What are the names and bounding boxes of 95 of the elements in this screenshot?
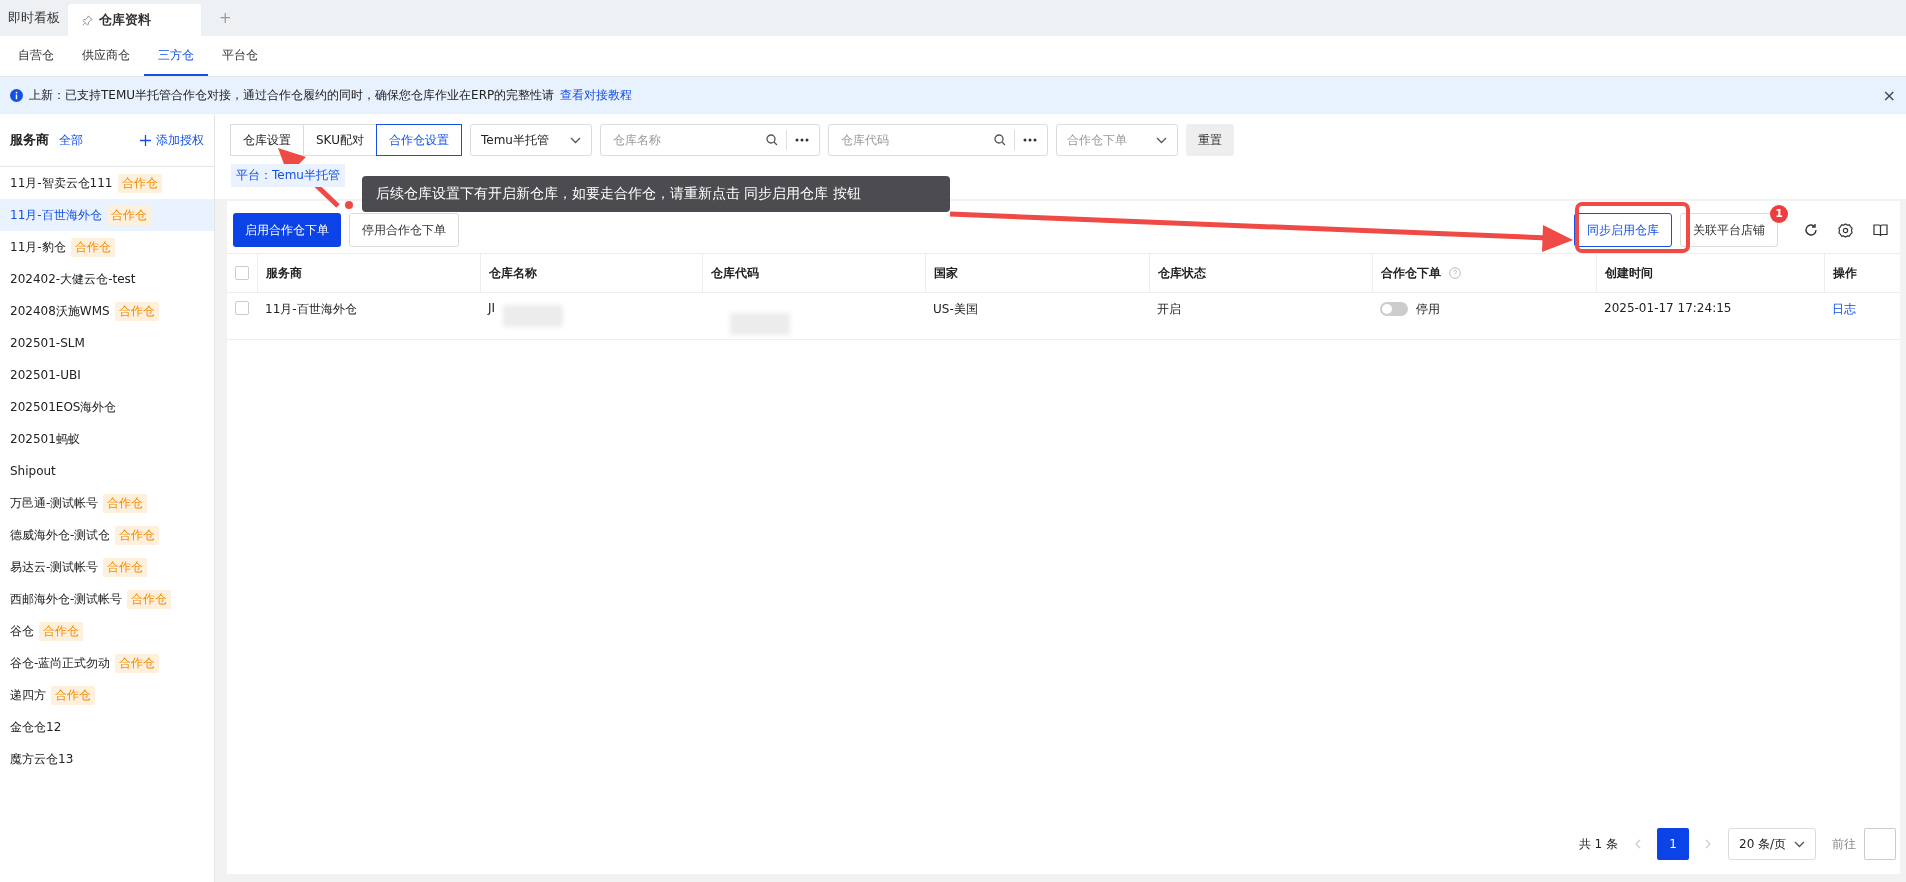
info-icon [10, 89, 23, 102]
search-icon [765, 134, 778, 146]
table-cell: US-美国 [933, 301, 978, 318]
provider-item[interactable]: 易达云-测试帐号 合作仓 [0, 551, 214, 583]
column-header: 国家 [934, 264, 958, 282]
add-authorization-button[interactable]: 添加授权 [140, 131, 204, 149]
coop-tag: 合作仓 [51, 685, 95, 705]
next-page-icon[interactable] [1705, 839, 1712, 849]
provider-item[interactable]: 202501-UBI [0, 359, 214, 391]
category-tab[interactable]: 平台仓 [208, 36, 272, 76]
provider-item[interactable]: 魔方云仓13 [0, 743, 214, 775]
plus-icon [140, 134, 151, 146]
provider-item[interactable]: 202501蚂蚁 [0, 423, 214, 455]
more-icon[interactable] [794, 138, 809, 142]
notification-badge: 1 [1770, 205, 1788, 223]
coop-tag: 合作仓 [115, 653, 160, 673]
close-icon[interactable]: × [1882, 86, 1896, 105]
table-cell: 停用 [1416, 301, 1440, 318]
coop-tag: 合作仓 [117, 173, 162, 193]
refresh-icon[interactable] [1804, 223, 1818, 237]
goto-label: 前往 [1832, 835, 1856, 853]
page-button[interactable]: 1 [1657, 828, 1689, 860]
enable-order-button[interactable]: 启用合作仓下单 [233, 213, 341, 247]
page-tab[interactable]: 即时看板 [0, 0, 68, 36]
platform-select[interactable]: Temu半托管 [469, 124, 592, 156]
row-checkbox[interactable] [235, 301, 249, 315]
provider-item[interactable]: 金仓仓12 [0, 711, 214, 743]
pin-icon [82, 14, 93, 26]
column-header: 服务商 [266, 264, 302, 282]
sidebar-title: 服务商 [10, 131, 49, 149]
disable-order-button[interactable]: 停用合作仓下单 [349, 213, 459, 247]
select-all-checkbox[interactable] [235, 266, 249, 280]
column-header: 仓库名称 [489, 264, 537, 282]
name-search-field[interactable]: 仓库名称 [610, 132, 758, 148]
provider-item[interactable]: 递四方 合作仓 [0, 679, 214, 711]
coop-tag: 合作仓 [39, 621, 83, 641]
provider-item[interactable]: 202408沃施WMS 合作仓 [0, 295, 214, 327]
provider-item[interactable]: 11月-豹仓 合作仓 [0, 231, 214, 263]
coop-tag: 合作仓 [127, 589, 172, 609]
prev-page-icon[interactable] [1634, 839, 1641, 849]
coop-tag: 合作仓 [103, 493, 148, 513]
page-tab[interactable]: 仓库资料 [68, 4, 201, 36]
table-cell: 11月-百世海外仓 [265, 301, 357, 318]
column-header: 仓库状态 [1158, 264, 1206, 282]
table-cell: JI [488, 301, 496, 315]
search-icon [993, 134, 1006, 146]
notice-text: 上新：已支持TEMU半托管合作仓对接，通过合作仓履约的同时，确保您仓库作业在ERP的完整性请 [29, 87, 555, 104]
segment-button[interactable]: 合作仓设置 [375, 124, 462, 156]
all-link[interactable]: 全部 [59, 131, 83, 149]
chevron-icon [569, 136, 581, 144]
page-size-select[interactable]: 20 条/页 [1728, 828, 1816, 860]
column-header: 仓库代码 [711, 264, 759, 282]
table-cell: 2025-01-17 17:24:15 [1604, 301, 1732, 315]
platform-filter-tag: 平台：Temu半托管 [231, 164, 345, 187]
coop-tag: 合作仓 [103, 557, 148, 577]
provider-item[interactable]: 谷仓 合作仓 [0, 615, 214, 647]
column-header: 操作 [1833, 264, 1857, 282]
table-cell: 开启 [1157, 301, 1181, 318]
marker-dot [345, 201, 353, 209]
provider-item[interactable]: Shipout [0, 455, 214, 487]
chevron-icon [1794, 840, 1805, 848]
coop-tag: 合作仓 [114, 301, 159, 321]
tutorial-link[interactable]: 查看对接教程 [560, 87, 633, 104]
provider-item[interactable]: 202501EOS海外仓 [0, 391, 214, 423]
provider-item[interactable]: 202402-大健云仓-test [0, 263, 214, 295]
sync-warehouse-button[interactable]: 同步启用仓库 [1574, 213, 1672, 247]
provider-item[interactable]: 德威海外仓-测试仓 合作仓 [0, 519, 214, 551]
coop-tag: 合作仓 [70, 237, 115, 257]
provider-item[interactable]: 11月-百世海外仓 合作仓 [0, 199, 214, 231]
provider-item[interactable]: 谷仓-蓝尚正式勿动 合作仓 [0, 647, 214, 679]
book-icon[interactable] [1873, 223, 1888, 237]
coop-tag: 合作仓 [106, 205, 151, 225]
reset-button[interactable]: 重置 [1185, 124, 1234, 156]
column-header: 合作仓下单 [1381, 264, 1441, 282]
code-search-field[interactable]: 仓库代码 [838, 132, 986, 148]
search-box[interactable]: 仓库名称 [599, 124, 820, 156]
settings-icon[interactable] [1838, 222, 1853, 238]
search-box[interactable]: 仓库代码 [827, 124, 1048, 156]
provider-item[interactable]: 202501-SLM [0, 327, 214, 359]
provider-item[interactable]: 11月-智卖云仓111 合作仓 [0, 167, 214, 199]
provider-item[interactable]: 万邑通-测试帐号 合作仓 [0, 487, 214, 519]
category-tab[interactable]: 自营仓 [4, 36, 68, 76]
tooltip: 后续仓库设置下有开启新仓库，如要走合作仓，请重新点击 同步启用仓库 按钮 [362, 176, 950, 212]
category-tab[interactable]: 供应商仓 [68, 36, 144, 76]
segment-button[interactable]: SKU配对 [303, 124, 377, 156]
page-number-field[interactable] [1864, 828, 1896, 860]
chevron-icon [1155, 136, 1167, 144]
log-link[interactable]: 日志 [1832, 301, 1856, 318]
coop-tag: 合作仓 [115, 525, 160, 545]
toggle-switch[interactable] [1380, 302, 1408, 316]
column-header: 创建时间 [1605, 264, 1653, 282]
provider-item[interactable]: 西邮海外仓-测试帐号 合作仓 [0, 583, 214, 615]
total-count: 共 1 条 [1578, 835, 1618, 853]
help-icon [1449, 267, 1461, 279]
more-icon[interactable] [1022, 138, 1037, 142]
